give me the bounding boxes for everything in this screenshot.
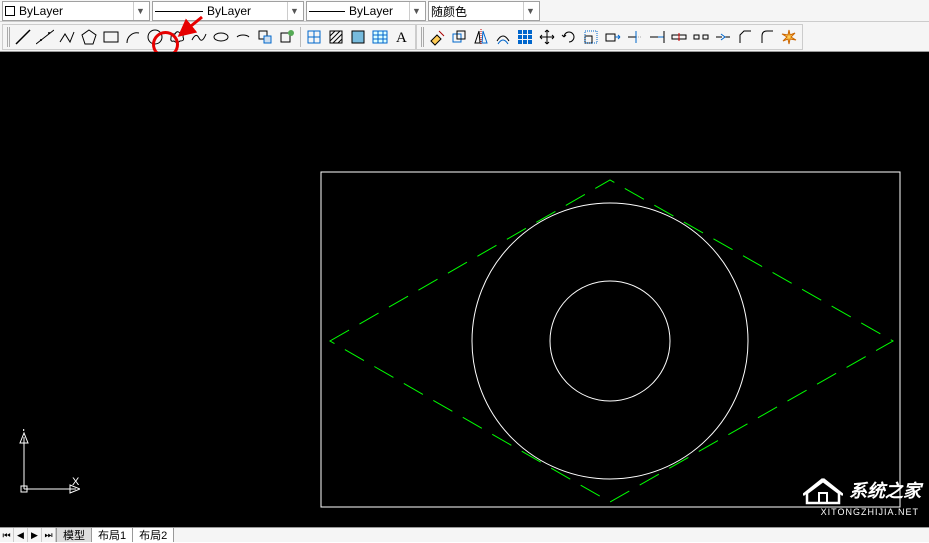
line-preview-icon <box>155 11 203 12</box>
ellipse-arc-tool[interactable] <box>232 26 254 48</box>
watermark: 系统之家 <box>803 475 921 505</box>
line-tool[interactable] <box>12 26 34 48</box>
svg-text:A: A <box>396 30 407 46</box>
move-tool[interactable] <box>536 26 558 48</box>
stretch-tool[interactable] <box>602 26 624 48</box>
tab-model-label: 模型 <box>63 527 85 543</box>
ucs-icon: Y X <box>10 429 80 502</box>
chevron-down-icon: ▼ <box>409 2 423 20</box>
separator <box>300 27 301 47</box>
ucs-y-label: Y <box>20 429 28 434</box>
house-icon <box>803 475 843 505</box>
spline-tool[interactable] <box>188 26 210 48</box>
polygon-tool[interactable] <box>78 26 100 48</box>
tab-prev-button[interactable]: ◀ <box>14 528 28 542</box>
linetype2-dropdown[interactable]: ByLayer ▼ <box>306 1 426 21</box>
tab-layout1[interactable]: 布局1 <box>92 528 133 542</box>
grip-icon[interactable] <box>421 27 424 47</box>
entity-circle-outer <box>472 203 748 479</box>
line-preview-icon <box>309 11 345 12</box>
tab-next-button[interactable]: ▶ <box>28 528 42 542</box>
region-tool[interactable] <box>347 26 369 48</box>
lineweight-dropdown[interactable]: ByLayer ▼ <box>2 1 150 21</box>
circle-tool[interactable] <box>144 26 166 48</box>
array-tool[interactable] <box>514 26 536 48</box>
cad-viewport <box>0 52 929 527</box>
color-dropdown[interactable]: 随颜色 ▼ <box>428 1 540 21</box>
color-label: 随颜色 <box>431 3 523 20</box>
erase-tool[interactable] <box>426 26 448 48</box>
mtext-tool[interactable]: A <box>391 26 413 48</box>
watermark-text: 系统之家 <box>849 477 921 503</box>
property-bar: ByLayer ▼ ByLayer ▼ ByLayer ▼ 随颜色 ▼ <box>0 0 929 22</box>
hatch-tool[interactable] <box>325 26 347 48</box>
mirror-tool[interactable] <box>470 26 492 48</box>
table-tool[interactable] <box>369 26 391 48</box>
chevron-down-icon: ▼ <box>523 2 537 20</box>
copy-tool[interactable] <box>448 26 470 48</box>
join-tool[interactable] <box>712 26 734 48</box>
tab-layout1-label: 布局1 <box>98 527 126 543</box>
rectangle-tool[interactable] <box>100 26 122 48</box>
break-at-point-tool[interactable] <box>668 26 690 48</box>
entity-rhombus <box>330 180 893 502</box>
fillet-tool[interactable] <box>756 26 778 48</box>
square-icon <box>5 6 15 16</box>
rotate-tool[interactable] <box>558 26 580 48</box>
scale-tool[interactable] <box>580 26 602 48</box>
explode-tool[interactable] <box>778 26 800 48</box>
drawing-canvas[interactable]: Y X 系统之家 XITONGZHIJIA.NET <box>0 52 929 527</box>
offset-tool[interactable] <box>492 26 514 48</box>
point-tool[interactable] <box>303 26 325 48</box>
polyline-tool[interactable] <box>56 26 78 48</box>
chevron-down-icon: ▼ <box>133 2 147 20</box>
lineweight-label: ByLayer <box>19 4 133 18</box>
arc-tool[interactable] <box>122 26 144 48</box>
construction-line-tool[interactable] <box>34 26 56 48</box>
extend-tool[interactable] <box>646 26 668 48</box>
tab-last-button[interactable]: ⏭ <box>42 528 56 542</box>
layout-tabs-bar: ⏮ ◀ ▶ ⏭ 模型 布局1 布局2 <box>0 527 929 542</box>
draw-toolbar: A <box>2 24 416 50</box>
linetype1-dropdown[interactable]: ByLayer ▼ <box>152 1 304 21</box>
trim-tool[interactable] <box>624 26 646 48</box>
watermark-url: XITONGZHIJIA.NET <box>821 507 919 517</box>
tab-layout2-label: 布局2 <box>139 527 167 543</box>
tab-layout2[interactable]: 布局2 <box>133 528 174 542</box>
linetype1-label: ByLayer <box>207 4 287 18</box>
entity-circle-inner <box>550 281 670 401</box>
tab-model[interactable]: 模型 <box>57 528 92 542</box>
ucs-x-label: X <box>72 476 80 488</box>
entity-rectangle <box>321 172 900 507</box>
insert-block-tool[interactable] <box>254 26 276 48</box>
linetype2-label: ByLayer <box>349 4 409 18</box>
break-tool[interactable] <box>690 26 712 48</box>
tab-nav-buttons: ⏮ ◀ ▶ ⏭ <box>0 528 57 542</box>
chevron-down-icon: ▼ <box>287 2 301 20</box>
grip-icon[interactable] <box>7 27 10 47</box>
tab-first-button[interactable]: ⏮ <box>0 528 14 542</box>
ellipse-tool[interactable] <box>210 26 232 48</box>
toolbar-row: A <box>0 22 929 52</box>
make-block-tool[interactable] <box>276 26 298 48</box>
chamfer-tool[interactable] <box>734 26 756 48</box>
modify-toolbar <box>416 24 803 50</box>
revision-cloud-tool[interactable] <box>166 26 188 48</box>
